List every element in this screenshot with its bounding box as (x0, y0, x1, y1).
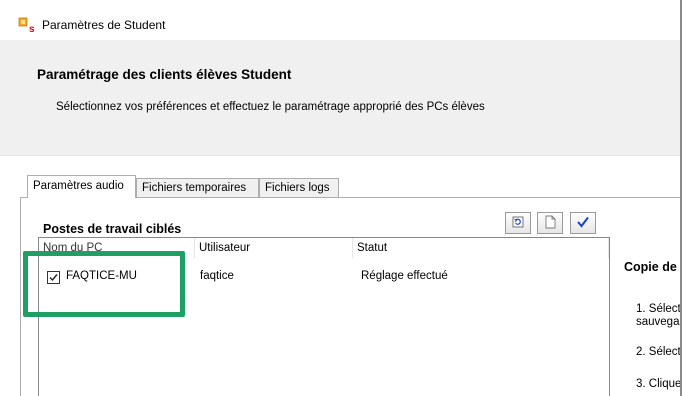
refresh-icon (512, 216, 524, 231)
instruction-step-1-line-2: sauvega (636, 316, 680, 328)
document-button[interactable] (537, 212, 563, 234)
window-title: Paramètres de Student (42, 18, 166, 32)
column-header-status[interactable]: Statut (353, 238, 609, 258)
refresh-button[interactable] (505, 212, 531, 234)
column-header-user[interactable]: Utilisateur (195, 238, 353, 258)
table-cell-status: Réglage effectué (361, 270, 448, 282)
instruction-step-2: 2. Sélect (636, 346, 681, 358)
header-banner (0, 40, 682, 156)
svg-text:s: s (29, 24, 35, 33)
header-title: Paramétrage des clients élèves Student (37, 67, 292, 82)
document-icon (544, 215, 556, 232)
tab-temporary-files[interactable]: Fichiers temporaires (136, 178, 259, 197)
instruction-step-1-line-1: 1. Sélect (636, 303, 681, 315)
student-app-icon: s (18, 17, 38, 35)
tab-log-files[interactable]: Fichiers logs (259, 178, 339, 197)
header-subtitle: Sélectionnez vos préférences et effectue… (56, 101, 485, 113)
instruction-step-1: 1. Sélect sauvega (636, 303, 681, 329)
checkmark-icon (576, 216, 590, 231)
tab-audio-settings[interactable]: Paramètres audio (27, 175, 136, 198)
instruction-step-3: 3. Clique (636, 378, 682, 390)
highlight-annotation-box (23, 251, 185, 317)
check-all-button[interactable] (570, 212, 596, 234)
copy-section-heading: Copie de (624, 260, 677, 274)
table-cell-user: faqtice (200, 270, 234, 282)
section-title: Postes de travail ciblés (43, 222, 182, 236)
